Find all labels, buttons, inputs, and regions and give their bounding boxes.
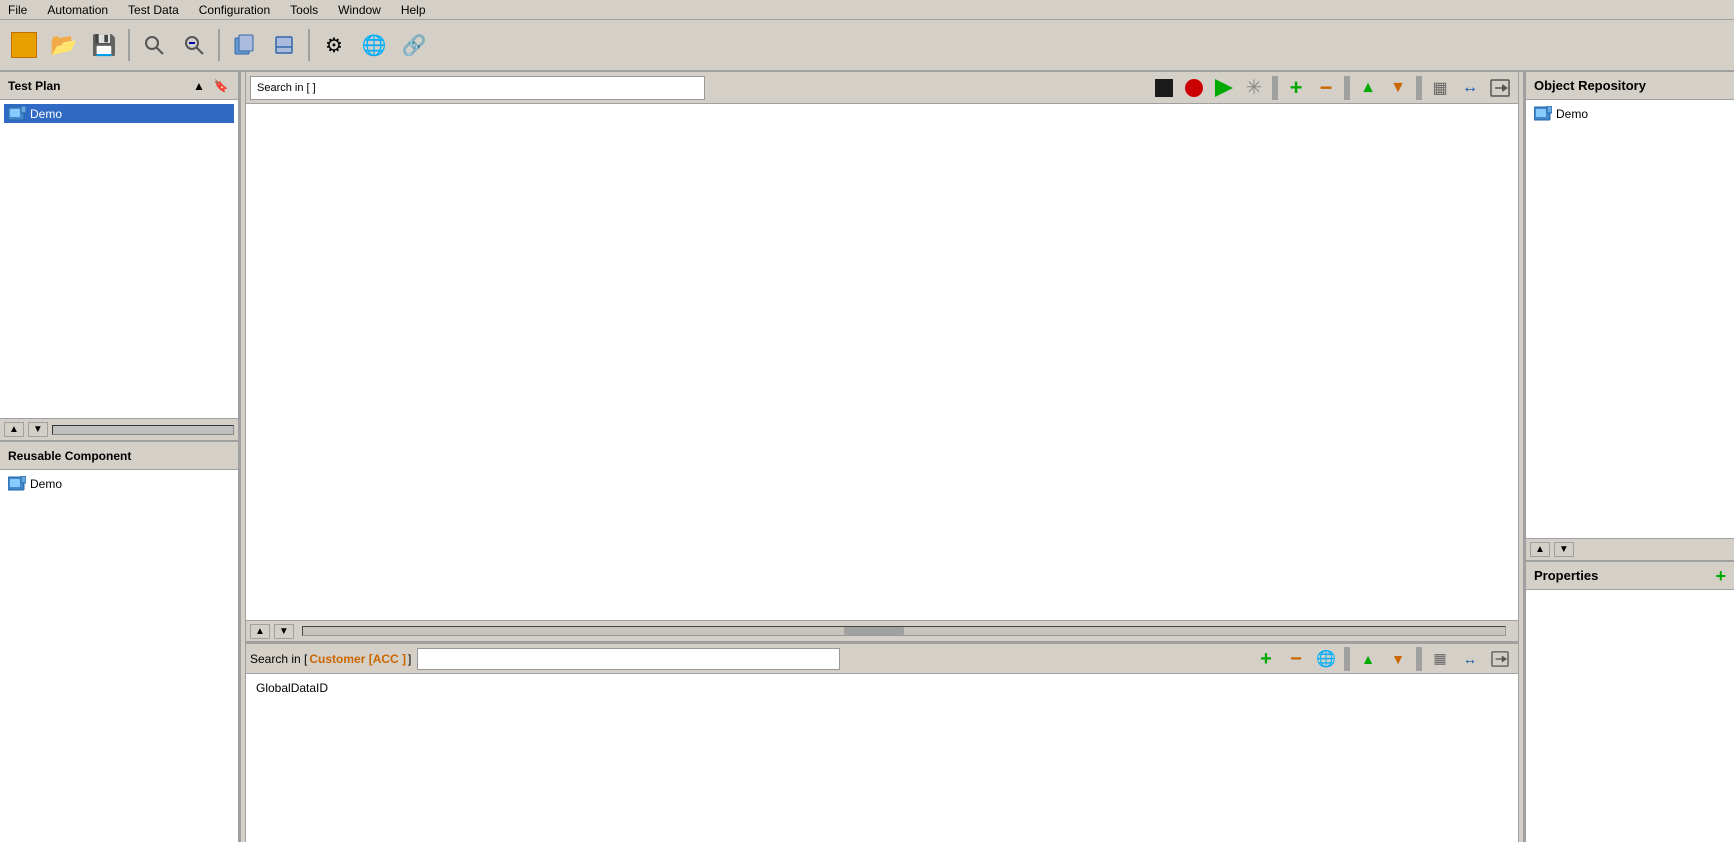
bottom-grid-btn[interactable]: ▦: [1426, 646, 1454, 672]
test-plan-up-btn[interactable]: ▲: [190, 77, 208, 95]
save-button[interactable]: 💾: [86, 27, 122, 63]
menu-configuration[interactable]: Configuration: [195, 1, 274, 19]
center-footer-down[interactable]: ▼: [274, 624, 294, 639]
record-btn[interactable]: [1180, 75, 1208, 101]
test-plan-footer-down[interactable]: ▼: [28, 422, 48, 437]
test-plan-section: Test Plan ▲ 🔖 Demo ▲ ▼: [0, 72, 238, 442]
center-footer: ▲ ▼: [246, 620, 1518, 642]
bottom-remove-btn[interactable]: −: [1282, 646, 1310, 672]
test-plan-controls: ▲ 🔖: [190, 77, 230, 95]
bottom-import-btn[interactable]: [1486, 646, 1514, 672]
search-button[interactable]: [136, 27, 172, 63]
cut-button[interactable]: [266, 27, 302, 63]
bottom-globe-btn[interactable]: 🌐: [1312, 646, 1340, 672]
bottom-down-btn[interactable]: ▼: [1384, 646, 1412, 672]
reusable-tree: Demo: [0, 470, 238, 842]
right-panel: Object Repository Demo ▲ ▼ Properties: [1524, 72, 1734, 842]
object-repository-header: Object Repository: [1526, 72, 1734, 100]
center-footer-up[interactable]: ▲: [250, 624, 270, 639]
bottom-content: GlobalDataID: [246, 674, 1518, 842]
remove-btn[interactable]: −: [1312, 75, 1340, 101]
bottom-search-suffix: ]: [408, 652, 411, 666]
test-plan-demo-icon: [8, 106, 26, 121]
properties-header: Properties +: [1526, 562, 1734, 590]
obj-repo-demo-icon: [1534, 106, 1552, 121]
main-container: Test Plan ▲ 🔖 Demo ▲ ▼: [0, 72, 1734, 842]
up-btn[interactable]: ▲: [1354, 75, 1382, 101]
separator-2: [218, 29, 220, 61]
obj-repo-item-demo[interactable]: Demo: [1530, 104, 1730, 123]
center-main-area: [246, 104, 1518, 620]
search-advanced-button[interactable]: [176, 27, 212, 63]
test-plan-title: Test Plan: [8, 79, 60, 93]
test-plan-tree: Demo: [0, 100, 238, 418]
bottom-up-btn[interactable]: ▲: [1354, 646, 1382, 672]
globe-button[interactable]: 🌐: [356, 27, 392, 63]
bottom-row-globaldataid: GlobalDataID: [250, 678, 1514, 698]
bottom-toolbar: Search in [ Customer [ACC ] ] + − 🌐: [246, 644, 1518, 674]
reusable-title: Reusable Component: [8, 449, 131, 463]
bottom-search-prefix: Search in [: [250, 652, 307, 666]
play-btn[interactable]: [1210, 75, 1238, 101]
bottom-search-input[interactable]: [417, 648, 839, 670]
object-repository-footer: ▲ ▼: [1526, 538, 1734, 560]
open-button[interactable]: 📂: [46, 27, 82, 63]
test-plan-header: Test Plan ▲ 🔖: [0, 72, 238, 100]
properties-section: Properties +: [1526, 562, 1734, 842]
bottom-search-highlight: Customer [ACC ]: [309, 652, 406, 666]
obj-repo-demo-label: Demo: [1556, 107, 1588, 121]
test-plan-item-demo[interactable]: Demo: [4, 104, 234, 123]
import-btn[interactable]: [1486, 75, 1514, 101]
object-repository-tree: Demo: [1526, 100, 1734, 538]
black-square-btn[interactable]: [1150, 75, 1178, 101]
menu-file[interactable]: File: [4, 1, 31, 19]
down-btn[interactable]: ▼: [1384, 75, 1412, 101]
reusable-demo-label: Demo: [30, 477, 62, 491]
center-panel: ✳ + − ▲ ▼ ▦: [246, 72, 1518, 842]
test-plan-demo-label: Demo: [30, 107, 62, 121]
menu-window[interactable]: Window: [334, 1, 385, 19]
grid-btn[interactable]: ▦: [1426, 75, 1454, 101]
menubar: File Automation Test Data Configuration …: [0, 0, 1734, 20]
arrows-btn[interactable]: ↔: [1456, 75, 1484, 101]
test-plan-footer-up[interactable]: ▲: [4, 422, 24, 437]
reusable-demo-icon: [8, 476, 26, 491]
reusable-header: Reusable Component: [0, 442, 238, 470]
properties-add-btn[interactable]: +: [1715, 567, 1726, 585]
reusable-item-demo[interactable]: Demo: [4, 474, 234, 493]
test-plan-footer: ▲ ▼: [0, 418, 238, 440]
menu-automation[interactable]: Automation: [43, 1, 112, 19]
menu-testdata[interactable]: Test Data: [124, 1, 183, 19]
properties-title: Properties: [1534, 568, 1598, 583]
menu-help[interactable]: Help: [397, 1, 430, 19]
global-data-id-label: GlobalDataID: [256, 681, 328, 695]
center-search-input[interactable]: [250, 76, 705, 100]
reusable-section: Reusable Component Demo: [0, 442, 238, 842]
star-btn[interactable]: ✳: [1240, 75, 1268, 101]
separator-3: [308, 29, 310, 61]
center-top-toolbar: ✳ + − ▲ ▼ ▦: [246, 72, 1518, 104]
settings-button[interactable]: ⚙: [316, 27, 352, 63]
menu-tools[interactable]: Tools: [286, 1, 322, 19]
test-plan-bookmark-btn[interactable]: 🔖: [212, 77, 230, 95]
bottom-arrows-btn[interactable]: ↔: [1456, 646, 1484, 672]
obj-repo-footer-down[interactable]: ▼: [1554, 542, 1574, 557]
link-button[interactable]: 🔗: [396, 27, 432, 63]
left-panel: Test Plan ▲ 🔖 Demo ▲ ▼: [0, 72, 240, 842]
object-repository-section: Object Repository Demo ▲ ▼: [1526, 72, 1734, 562]
separator-1: [128, 29, 130, 61]
bottom-panel: Search in [ Customer [ACC ] ] + − 🌐: [246, 642, 1518, 842]
properties-content: [1526, 590, 1734, 842]
obj-repo-footer-up[interactable]: ▲: [1530, 542, 1550, 557]
add-btn[interactable]: +: [1282, 75, 1310, 101]
bottom-add-btn[interactable]: +: [1252, 646, 1280, 672]
copy-button[interactable]: [226, 27, 262, 63]
main-toolbar: 📂 💾 ⚙ 🌐 🔗: [0, 20, 1734, 72]
object-repository-title: Object Repository: [1534, 78, 1646, 93]
new-button[interactable]: [6, 27, 42, 63]
